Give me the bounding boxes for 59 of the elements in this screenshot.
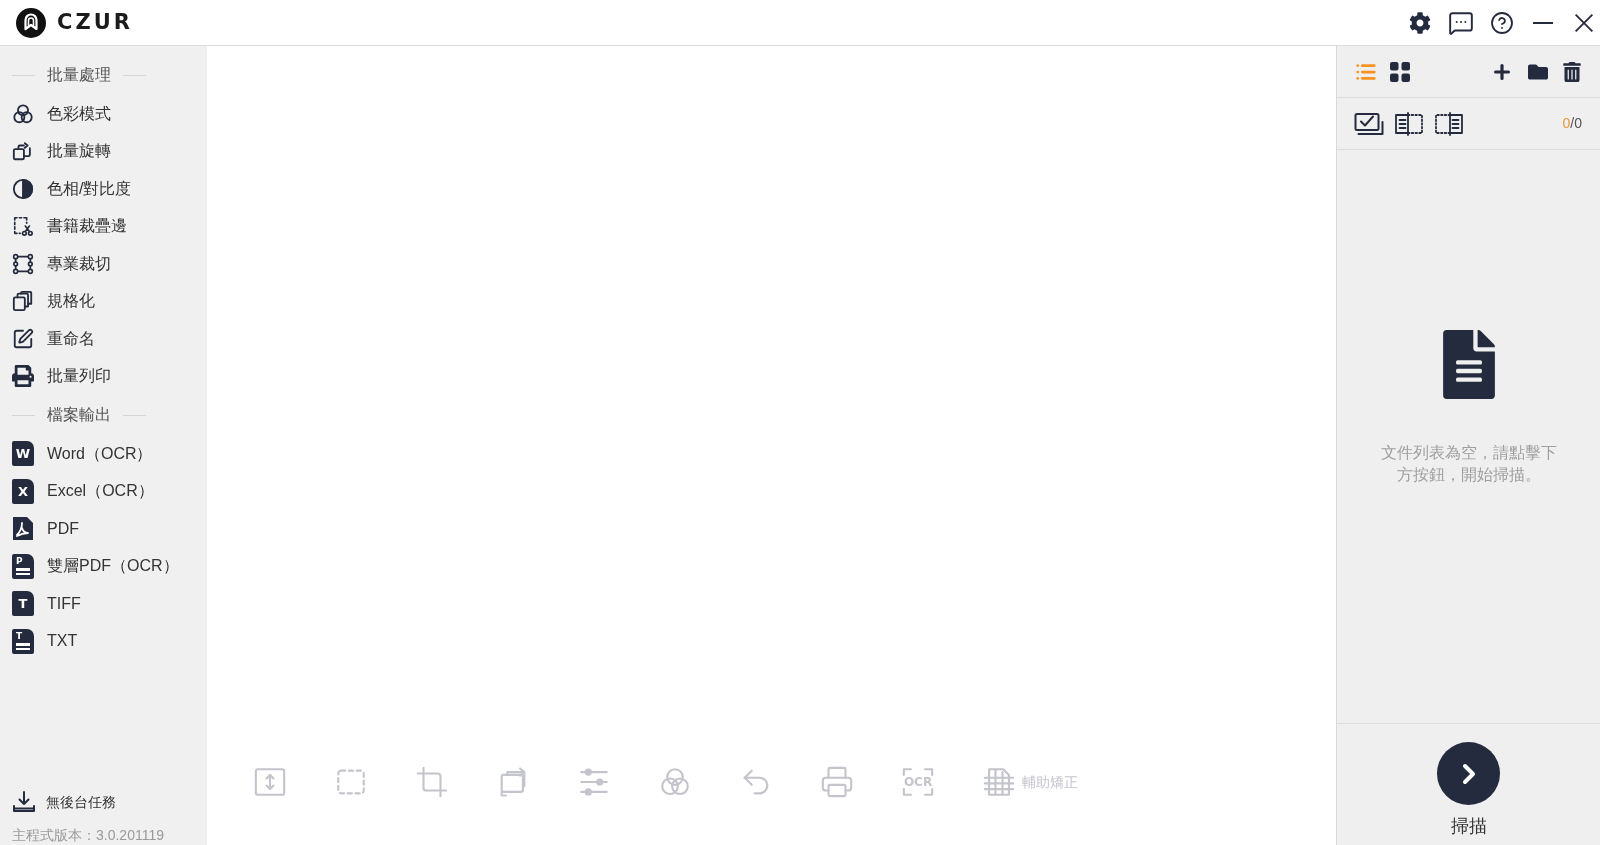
logo-icon — [16, 7, 46, 38]
download-tray-icon — [12, 791, 36, 813]
half-filled-circle-icon — [12, 177, 34, 200]
close-icon — [1575, 13, 1593, 32]
sidebar-item[interactable]: T TXT — [0, 622, 207, 660]
square-pen-icon — [12, 327, 34, 350]
minimize-icon — [1533, 21, 1553, 24]
sidebar-item[interactable]: P 雙層PDF（OCR） — [0, 547, 207, 585]
file-type-badge: X — [12, 478, 34, 504]
checkbox-stack-icon — [1354, 111, 1384, 136]
sidebar-item[interactable]: W Word（OCR） — [0, 435, 207, 473]
grid-icon — [1390, 61, 1410, 82]
file-type-badge: T — [12, 628, 34, 654]
dashed-scissors-icon — [12, 215, 34, 238]
sidebar-item[interactable]: X Excel（OCR） — [0, 472, 207, 510]
help-icon — [1490, 10, 1514, 35]
trash-icon — [1563, 61, 1581, 82]
rotate-squares-icon — [12, 140, 34, 163]
node-square-icon — [12, 252, 34, 275]
printer-icon — [820, 765, 854, 799]
section-heading: 批量處理 — [47, 65, 111, 85]
sidebar-item[interactable]: 批量列印 — [0, 357, 207, 395]
section-heading: 檔案輸出 — [47, 405, 111, 425]
crop-icon — [415, 765, 449, 799]
sidebar-item[interactable]: 規格化 — [0, 282, 207, 320]
file-type-badge: T — [12, 591, 34, 617]
sidebar-item[interactable]: 色相/對比度 — [0, 170, 207, 208]
background-tasks-button[interactable]: 無後台任務 — [0, 787, 207, 817]
split-left-button[interactable] — [1394, 111, 1424, 136]
grid-view-button[interactable] — [1390, 61, 1410, 82]
split-page-right-icon — [1434, 111, 1464, 136]
sidebar-item[interactable]: 批量旋轉 — [0, 132, 207, 170]
delete-button[interactable] — [1563, 61, 1581, 82]
file-type-badge: P — [12, 553, 34, 579]
three-circles-icon — [12, 102, 34, 125]
document-icon — [1442, 330, 1495, 399]
sidebar-item[interactable]: 書籍裁疊邊 — [0, 207, 207, 245]
sidebar-item[interactable]: PDF — [0, 510, 207, 548]
sidebar-item[interactable]: 專業裁切 — [0, 245, 207, 283]
grid-document-icon — [982, 765, 1016, 799]
sidebar-item[interactable]: 重命名 — [0, 320, 207, 358]
empty-message: 文件列表為空，請點擊下方按鈕，開始掃描。 — [1379, 443, 1558, 485]
pdf-file-icon — [12, 516, 34, 542]
version-text: 主程式版本：3.0.201119 — [11, 826, 165, 845]
select-all-button[interactable] — [1354, 111, 1384, 136]
vertical-arrows-box-icon — [253, 765, 287, 799]
split-page-left-icon — [1394, 111, 1424, 136]
printer-icon — [12, 365, 34, 388]
file-type-badge: W — [12, 441, 34, 467]
split-right-button[interactable] — [1434, 111, 1464, 136]
bracket-corners-icon — [901, 765, 935, 799]
sidebar-item[interactable]: T TIFF — [0, 585, 207, 623]
scan-label: 掃描 — [1450, 815, 1487, 838]
sidebar-item[interactable]: 色彩模式 — [0, 95, 207, 133]
stacked-squares-icon — [12, 290, 34, 313]
page-counter: 0/0 — [1562, 114, 1582, 133]
settings-icon — [1409, 11, 1431, 34]
chat-bubble-icon — [1448, 9, 1474, 36]
logo-text: CZUR — [57, 8, 133, 36]
